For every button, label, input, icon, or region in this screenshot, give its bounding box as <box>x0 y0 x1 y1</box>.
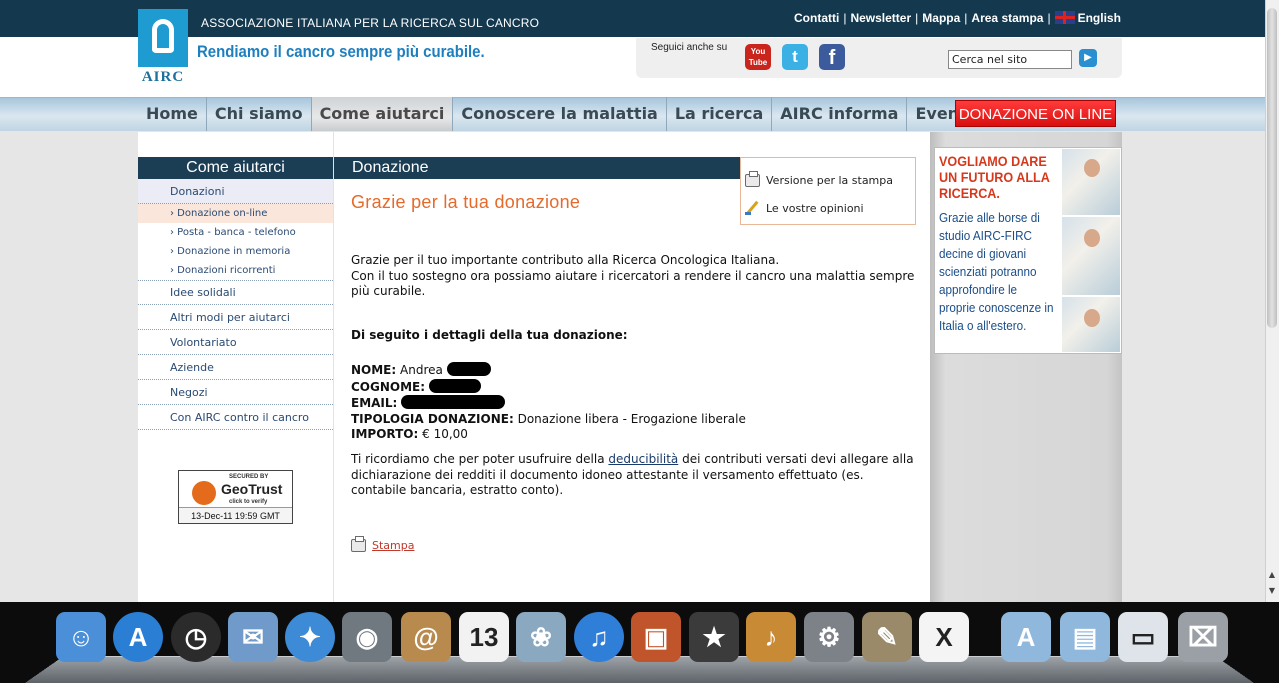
dock-downloads-stack-icon[interactable]: ▭ <box>1118 612 1168 662</box>
youtube-icon[interactable]: You Tube <box>745 44 771 70</box>
link-mappa[interactable]: Mappa <box>922 11 960 25</box>
page-tools-box: Versione per la stampa Le vostre opinion… <box>740 157 916 225</box>
deducibilita-link[interactable]: deducibilità <box>608 452 678 466</box>
geotrust-brand: GeoTrust <box>221 481 283 497</box>
dock-system-preferences-icon[interactable]: ⚙ <box>804 612 854 662</box>
nav-tab-chi-siamo[interactable]: Chi siamo <box>207 97 312 131</box>
donate-online-button[interactable]: DONAZIONE ON LINE <box>955 100 1116 127</box>
dock-photo-booth-icon[interactable]: ▣ <box>631 612 681 662</box>
dock-itunes-icon[interactable]: ♫ <box>574 612 624 662</box>
ad-photo-researcher <box>1062 297 1120 352</box>
dock-app-store-icon[interactable]: A <box>113 612 163 662</box>
dock-dashboard-icon[interactable]: ◷ <box>171 612 221 662</box>
sidebar-subitem-donazioni-ricorrenti[interactable]: › Donazioni ricorrenti <box>138 261 333 281</box>
dock-documents-folder-icon[interactable]: ▤ <box>1060 612 1110 662</box>
sidebar-subitem-posta-banca-telefono[interactable]: › Posta - banca - telefono <box>138 223 333 242</box>
redaction-mark <box>446 362 491 376</box>
search-input[interactable] <box>948 50 1072 69</box>
detail-surname: COGNOME: <box>351 378 916 396</box>
sidebar-item-volontariato[interactable]: Volontariato <box>138 330 333 355</box>
geotrust-seal[interactable]: SECURED BY GeoTrust click to verify 13-D… <box>178 470 293 524</box>
link-contatti[interactable]: Contatti <box>794 11 839 25</box>
redaction-mark <box>428 378 481 393</box>
nav-tab-home[interactable]: Home <box>138 97 207 131</box>
dock-finder-icon[interactable]: ☺ <box>56 612 106 662</box>
search-go-icon[interactable]: ▶ <box>1079 49 1097 67</box>
dock-safari-icon[interactable]: ✦ <box>285 612 335 662</box>
dock-ical-icon[interactable]: 13 <box>459 612 509 662</box>
print-link[interactable]: Stampa <box>351 536 414 552</box>
dock-imovie-icon[interactable]: ★ <box>689 612 739 662</box>
airc-logo[interactable]: AIRC <box>138 9 188 85</box>
geotrust-click: click to verify <box>229 499 268 505</box>
print-version-link[interactable]: Versione per la stampa <box>745 171 893 187</box>
redaction-mark <box>401 395 506 409</box>
logo-mark <box>138 9 188 67</box>
scroll-up-icon[interactable]: ▲ <box>1266 568 1278 582</box>
geotrust-date: 13-Dec-11 19:59 GMT <box>179 507 292 523</box>
dock-trash-icon[interactable]: ⌧ <box>1178 612 1228 662</box>
dock-iphoto-icon[interactable]: ❀ <box>516 612 566 662</box>
thanks-paragraph: Grazie per il tuo importante contributo … <box>351 253 915 298</box>
sidebar-subitem-donazione-in-memoria[interactable]: › Donazione in memoria <box>138 242 333 261</box>
main-nav: Home Chi siamo Come aiutarci Conoscere l… <box>138 97 980 131</box>
sidebar-item-idee-solidali[interactable]: Idee solidali <box>138 280 333 305</box>
dock-garageband-icon[interactable]: ♪ <box>746 612 796 662</box>
dock-x11-icon[interactable]: X <box>919 612 969 662</box>
printer-icon <box>745 171 760 187</box>
logo-text: AIRC <box>141 69 185 85</box>
sidebar-title: Come aiutarci <box>138 157 333 179</box>
sidebar-item-aziende[interactable]: Aziende <box>138 355 333 380</box>
nav-tab-come-aiutarci[interactable]: Come aiutarci <box>311 97 454 131</box>
sidebar-item-negozi[interactable]: Negozi <box>138 380 333 405</box>
association-name: ASSOCIAZIONE ITALIANA PER LA RICERCA SUL… <box>201 16 540 30</box>
detail-email: EMAIL: <box>351 395 916 412</box>
sidebar-item-donazioni[interactable]: Donazioni <box>138 179 333 204</box>
top-links: Contatti | Newsletter | Mappa | Area stampa | En… <box>794 11 1121 25</box>
link-area-stampa[interactable]: Area stampa <box>971 11 1043 25</box>
follow-label: Seguici anche su <box>651 42 728 53</box>
opinions-link[interactable]: Le vostre opinioni <box>745 202 864 215</box>
uk-flag-icon <box>1054 11 1075 24</box>
donation-details: NOME: Andrea COGNOME: EMAIL: TIPOLOGIA D… <box>351 362 916 443</box>
deductibility-note: Ti ricordiamo che per poter usufruire de… <box>351 452 914 497</box>
dock-facetime-icon[interactable]: ◉ <box>342 612 392 662</box>
scroll-down-icon[interactable]: ▼ <box>1266 584 1278 598</box>
scrollbar-thumb[interactable] <box>1267 8 1277 328</box>
sidebar-subitem-donazione-online[interactable]: › Donazione on-line <box>138 204 333 223</box>
section-title-bar: Donazione <box>334 157 740 179</box>
geotrust-logo-icon <box>192 481 216 505</box>
nav-tab-la-ricerca[interactable]: La ricerca <box>667 97 773 131</box>
printer-icon <box>351 536 366 552</box>
page-heading: Grazie per la tua donazione <box>351 192 581 212</box>
detail-type: TIPOLOGIA DONAZIONE: Donazione libera - … <box>351 411 746 426</box>
twitter-icon[interactable]: t <box>782 44 808 70</box>
dock-mail-icon[interactable]: ✉ <box>228 612 278 662</box>
link-english[interactable]: English <box>1054 11 1121 25</box>
detail-amount: IMPORTO: € 10,00 <box>351 427 468 441</box>
ad-title: VOGLIAMO DARE UN FUTURO ALLA RICERCA. <box>939 153 1050 201</box>
sidebar-item-con-airc[interactable]: Con AIRC contro il cancro <box>138 405 333 430</box>
nav-tab-airc-informa[interactable]: AIRC informa <box>772 97 908 131</box>
geotrust-secured-by: SECURED BY <box>229 474 269 480</box>
dock-applications-folder-icon[interactable]: A <box>1001 612 1051 662</box>
nav-tab-conoscere-la-malattia[interactable]: Conoscere la malattia <box>453 97 667 131</box>
facebook-icon[interactable]: f <box>819 44 845 70</box>
ad-photo-researcher <box>1062 149 1120 215</box>
sidebar-item-altri-modi[interactable]: Altri modi per aiutarci <box>138 305 333 330</box>
detail-name: NOME: Andrea <box>351 362 916 379</box>
tagline: Rendiamo il cancro sempre più curabile. <box>197 42 485 61</box>
pencil-icon <box>745 202 760 215</box>
link-newsletter[interactable]: Newsletter <box>850 11 911 25</box>
ad-text: Grazie alle borse di studio AIRC-FIRC de… <box>939 210 1054 333</box>
dock-address-book-icon[interactable]: @ <box>401 612 451 662</box>
details-heading: Di seguito i dettagli della tua donazion… <box>351 328 628 342</box>
ad-photo-researcher <box>1062 217 1120 295</box>
dock-gimp-icon[interactable]: ✎ <box>862 612 912 662</box>
